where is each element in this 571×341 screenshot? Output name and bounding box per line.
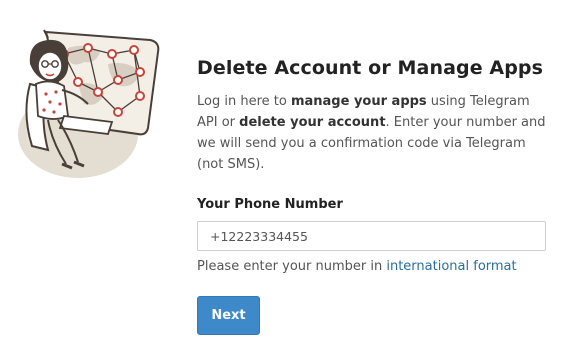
login-panel: Delete Account or Manage Apps Log in her… [197, 55, 552, 335]
international-format-link[interactable]: international format [386, 259, 516, 274]
next-button[interactable]: Next [197, 296, 260, 335]
description-text: Log in here to [197, 94, 291, 109]
phone-format-hint: Please enter your number in internationa… [197, 257, 552, 277]
description-emphasis-apps: manage your apps [290, 94, 427, 109]
description-emphasis-delete: delete your account [239, 115, 386, 130]
phone-number-input[interactable] [197, 221, 546, 251]
woman-with-map-illustration [8, 24, 176, 180]
phone-number-label: Your Phone Number [197, 197, 343, 212]
description: Log in here to manage your apps using Te… [197, 91, 552, 175]
hint-text: Please enter your number in [197, 259, 387, 274]
page-title: Delete Account or Manage Apps [197, 57, 544, 79]
